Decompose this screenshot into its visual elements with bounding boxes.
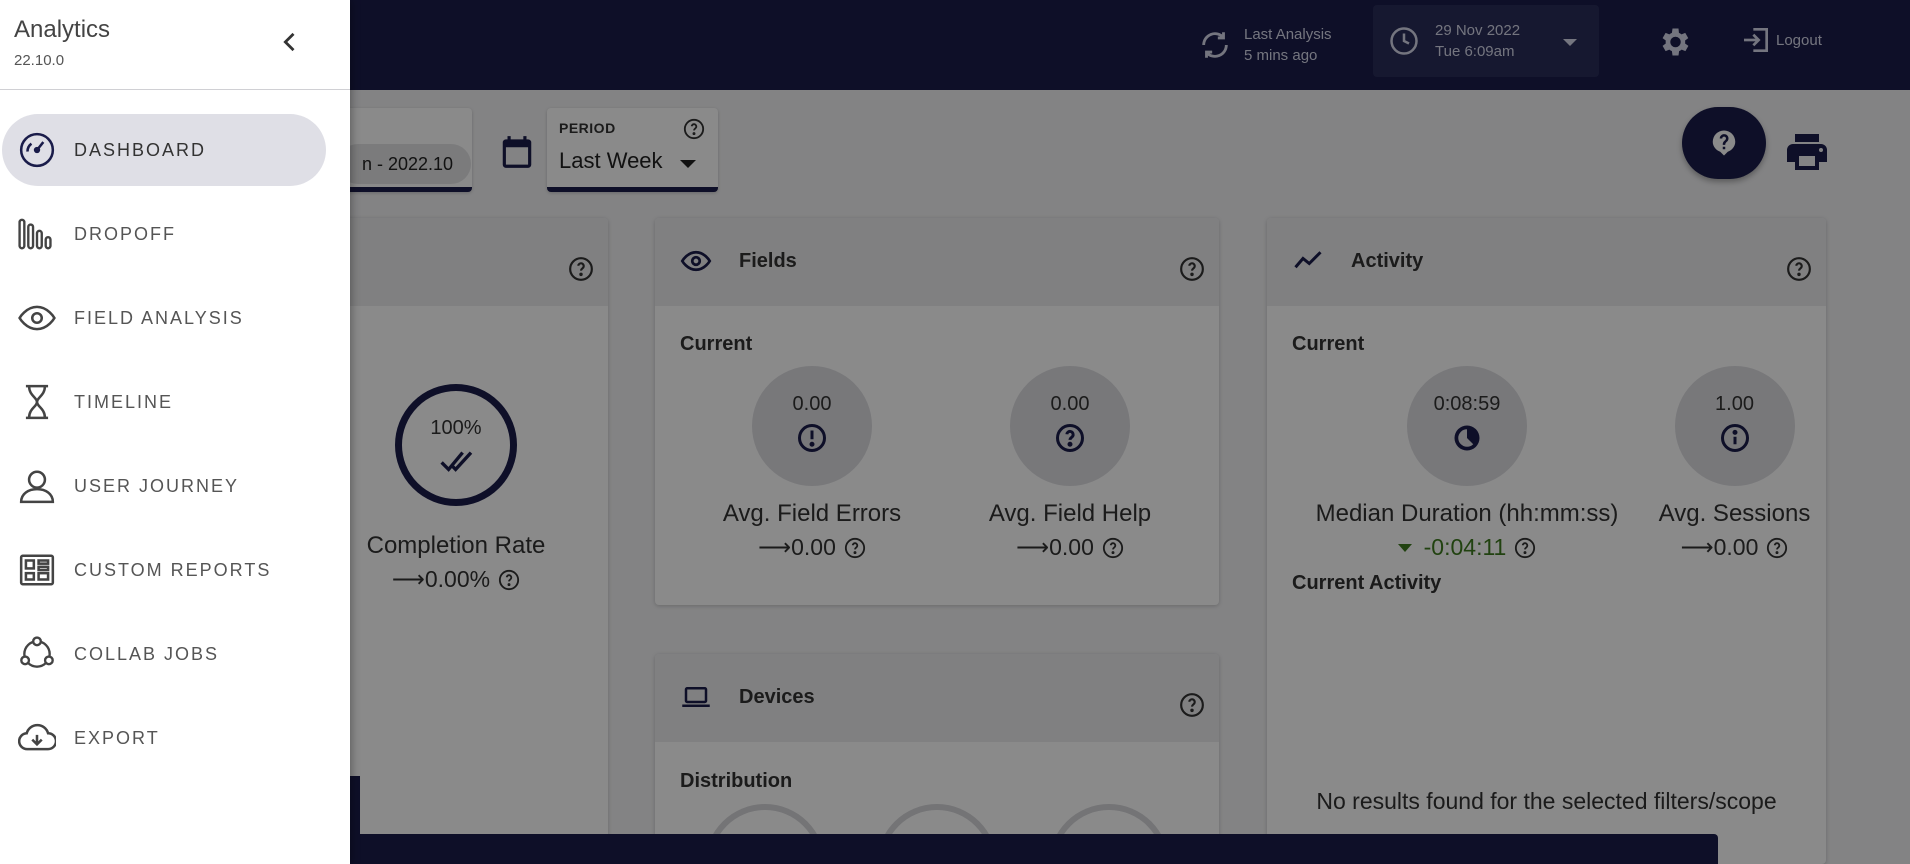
eye-icon xyxy=(18,305,56,331)
app-title: Analytics xyxy=(14,16,111,43)
app-version: 22.10.0 xyxy=(14,52,65,69)
nav-label: Dropoff xyxy=(74,223,176,244)
nav-item-user-journey[interactable]: User Journey xyxy=(2,450,326,522)
nav-label: Collab Jobs xyxy=(74,643,220,664)
chevron-left-icon[interactable] xyxy=(276,28,304,56)
nav-label: User Journey xyxy=(74,475,240,496)
dropoff-bars-icon xyxy=(18,218,52,250)
nav-item-collab-jobs[interactable]: Collab Jobs xyxy=(2,618,326,690)
nav-item-timeline[interactable]: Timeline xyxy=(2,366,326,438)
cloud-download-icon xyxy=(18,723,56,751)
collab-icon xyxy=(20,636,54,668)
nav-label: Export xyxy=(74,727,160,748)
nav-label: Custom Reports xyxy=(74,559,272,580)
nav-item-dashboard[interactable]: Dashboard xyxy=(2,114,326,186)
nav-item-dropoff[interactable]: Dropoff xyxy=(2,198,326,270)
report-grid-icon xyxy=(19,554,55,586)
speedometer-icon xyxy=(19,132,55,168)
hourglass-icon xyxy=(25,384,49,420)
nav-item-field-analysis[interactable]: Field Analysis xyxy=(2,282,326,354)
drawer-header: Analytics 22.10.0 xyxy=(0,0,350,90)
navigation-drawer: Analytics 22.10.0 Dashboard Dropoff Fiel… xyxy=(0,0,350,864)
nav-item-export[interactable]: Export xyxy=(2,702,326,774)
nav-label: Dashboard xyxy=(74,139,207,160)
nav-label: Field Analysis xyxy=(74,307,244,328)
nav-item-custom-reports[interactable]: Custom Reports xyxy=(2,534,326,606)
nav-label: Timeline xyxy=(74,391,174,412)
user-icon xyxy=(19,470,55,504)
